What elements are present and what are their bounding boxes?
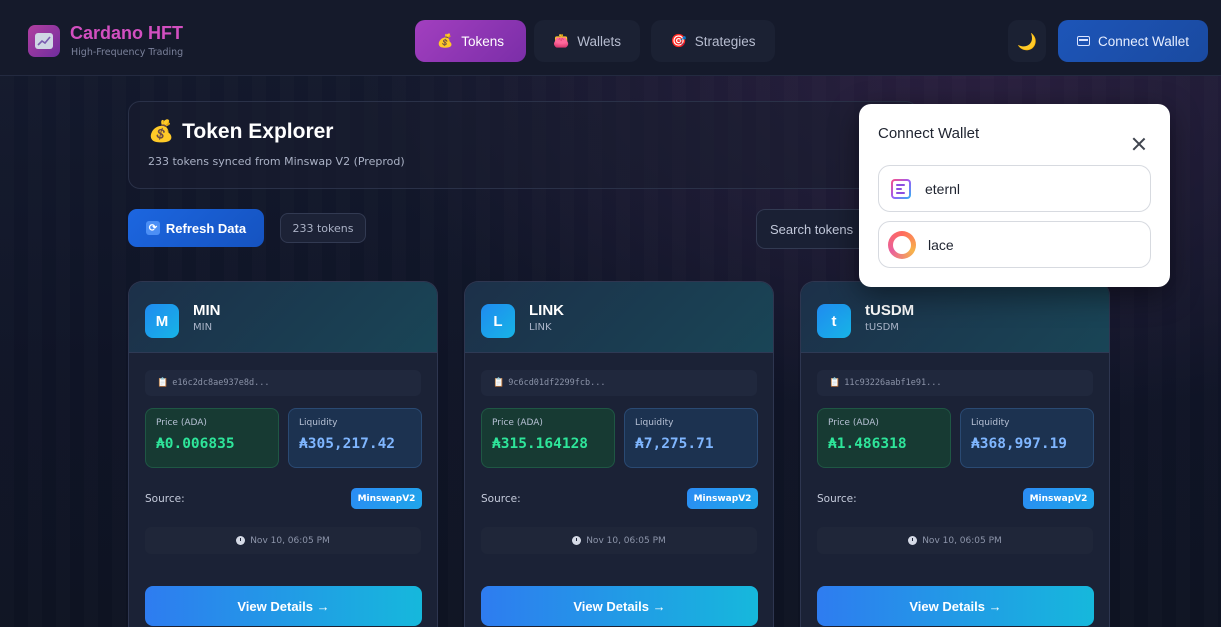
liquidity-label: Liquidity (971, 418, 1010, 428)
brand-title: Cardano HFT (70, 23, 184, 43)
price-stat: Price (ADA) ₳1.486318 (817, 408, 951, 468)
updated-time: Nov 10, 06:05 PM (481, 527, 757, 554)
page-title-text: Token Explorer (182, 120, 334, 143)
wallet-option-label: eternl (925, 180, 961, 197)
tab-strategies[interactable]: 🎯 Strategies (651, 20, 775, 62)
wallet-option-eternl[interactable]: eternl (878, 165, 1151, 212)
source-label: Source: (145, 493, 185, 505)
token-address[interactable]: 📋 11c93226aabf1e91... (817, 370, 1093, 396)
refresh-icon: ⟳ (145, 221, 160, 235)
view-details-button[interactable]: View Details → (481, 586, 758, 626)
token-name: LINK (529, 302, 564, 319)
view-details-button[interactable]: View Details → (145, 586, 422, 626)
liquidity-value: ₳305,217.42 (299, 436, 396, 452)
money-bag-icon: 💰 (437, 33, 454, 48)
chart-logo-icon (28, 25, 60, 57)
token-card-header: M MIN MIN (129, 282, 437, 353)
token-card-header: t tUSDM tUSDM (801, 282, 1109, 353)
modal-title: Connect Wallet (878, 125, 980, 142)
tab-label: Wallets (577, 33, 621, 49)
connect-wallet-label: Connect Wallet (1097, 33, 1190, 49)
price-value: ₳0.006835 (156, 436, 235, 452)
liquidity-value: ₳7,275.71 (635, 436, 714, 452)
token-symbol: tUSDM (865, 322, 899, 333)
theme-toggle-button[interactable]: 🌙 (1008, 20, 1046, 62)
token-card-header: L LINK LINK (465, 282, 773, 353)
token-avatar: t (817, 304, 851, 338)
close-icon[interactable] (1131, 136, 1147, 152)
brand-subtitle: High-Frequency Trading (71, 47, 184, 58)
liquidity-label: Liquidity (299, 418, 338, 428)
liquidity-stat: Liquidity ₳368,997.19 (960, 408, 1094, 468)
clock-icon (236, 536, 246, 545)
eternl-logo-icon (891, 178, 911, 199)
updated-time-text: Nov 10, 06:05 PM (922, 535, 1002, 546)
top-nav: Cardano HFT High-Frequency Trading 💰 Tok… (0, 0, 1221, 76)
purse-icon: 👛 (553, 33, 570, 48)
clipboard-icon: 📋 (157, 378, 169, 388)
wallet-option-label: lace (928, 236, 954, 253)
clock-icon (572, 536, 582, 545)
updated-time: Nov 10, 06:05 PM (145, 527, 421, 554)
token-address-text: e16c2dc8ae937e8d... (172, 378, 270, 388)
target-icon: 🎯 (670, 33, 687, 48)
liquidity-label: Liquidity (635, 418, 674, 428)
token-name: tUSDM (865, 302, 915, 319)
source-badge: MinswapV2 (1023, 488, 1094, 509)
token-address[interactable]: 📋 9c6cd01df2299fcb... (481, 370, 757, 396)
liquidity-value: ₳368,997.19 (971, 436, 1068, 452)
tab-label: Strategies (694, 33, 756, 49)
token-symbol: MIN (193, 322, 213, 333)
tab-label: Tokens (461, 33, 504, 49)
lace-logo-icon (888, 230, 916, 259)
tab-tokens[interactable]: 💰 Tokens (415, 20, 526, 62)
wallet-option-lace[interactable]: lace (878, 221, 1151, 268)
price-label: Price (ADA) (828, 418, 879, 428)
token-count-badge: 233 tokens (280, 213, 366, 243)
money-bag-icon: 💰 (148, 120, 175, 143)
page-subtitle: 233 tokens synced from Minswap V2 (Prepr… (148, 155, 405, 168)
token-avatar: M (145, 304, 179, 338)
price-label: Price (ADA) (492, 418, 543, 428)
page-title: 💰 Token Explorer (148, 120, 333, 144)
updated-time-text: Nov 10, 06:05 PM (586, 535, 666, 546)
updated-time: Nov 10, 06:05 PM (817, 527, 1093, 554)
liquidity-stat: Liquidity ₳305,217.42 (288, 408, 422, 468)
price-label: Price (ADA) (156, 418, 207, 428)
price-value: ₳315.164128 (492, 436, 589, 452)
token-card: L LINK LINK 📋 9c6cd01df2299fcb... Price … (464, 281, 774, 627)
refresh-label: Refresh Data (165, 220, 247, 236)
token-symbol: LINK (529, 322, 552, 333)
clipboard-icon: 📋 (493, 378, 505, 388)
token-address[interactable]: 📋 e16c2dc8ae937e8d... (145, 370, 421, 396)
clipboard-icon: 📋 (829, 378, 841, 388)
source-badge: MinswapV2 (687, 488, 758, 509)
token-name: MIN (193, 302, 221, 319)
source-label: Source: (817, 493, 857, 505)
connect-wallet-button[interactable]: Connect Wallet (1058, 20, 1208, 62)
price-stat: Price (ADA) ₳315.164128 (481, 408, 615, 468)
clock-icon (908, 536, 918, 545)
token-card: M MIN MIN 📋 e16c2dc8ae937e8d... Price (A… (128, 281, 438, 627)
token-card: t tUSDM tUSDM 📋 11c93226aabf1e91... Pric… (800, 281, 1110, 627)
explorer-header-card (128, 101, 918, 189)
price-value: ₳1.486318 (828, 436, 907, 452)
token-address-text: 11c93226aabf1e91... (844, 378, 942, 388)
source-label: Source: (481, 493, 521, 505)
price-stat: Price (ADA) ₳0.006835 (145, 408, 279, 468)
liquidity-stat: Liquidity ₳7,275.71 (624, 408, 758, 468)
tab-wallets[interactable]: 👛 Wallets (534, 20, 640, 62)
connect-wallet-modal: Connect Wallet eternl lace (859, 104, 1170, 287)
refresh-data-button[interactable]: ⟳ Refresh Data (128, 209, 264, 247)
view-details-button[interactable]: View Details → (817, 586, 1094, 626)
source-badge: MinswapV2 (351, 488, 422, 509)
token-avatar: L (481, 304, 515, 338)
token-address-text: 9c6cd01df2299fcb... (508, 378, 606, 388)
moon-icon: 🌙 (1017, 31, 1037, 51)
wallet-icon (1076, 36, 1090, 46)
updated-time-text: Nov 10, 06:05 PM (250, 535, 330, 546)
